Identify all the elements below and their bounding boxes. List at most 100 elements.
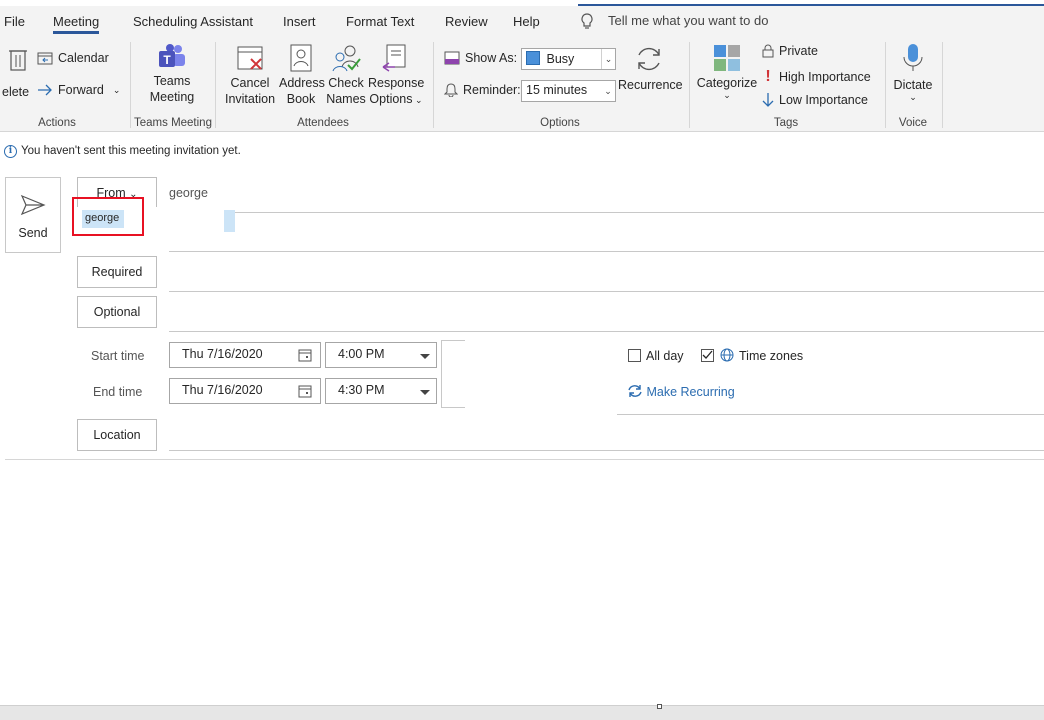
divider xyxy=(689,42,690,128)
end-date-picker[interactable]: Thu 7/16/2020 xyxy=(169,378,321,404)
info-icon: i xyxy=(4,144,17,158)
divider xyxy=(942,42,943,128)
forward-arrow-icon xyxy=(38,84,52,96)
bottom-border xyxy=(0,705,1044,706)
low-importance-button[interactable]: Low Importance xyxy=(762,92,868,108)
delete-label: elete xyxy=(2,85,30,99)
optional-button[interactable]: Optional xyxy=(77,296,157,328)
teams-meeting-button[interactable]: T Teams Meeting xyxy=(145,43,199,105)
required-button[interactable]: Required xyxy=(77,256,157,288)
show-as-label-row: Show As: xyxy=(444,51,517,65)
send-icon xyxy=(20,194,46,216)
reminder-select[interactable]: 15 minutes ⌄ xyxy=(521,80,616,102)
tab-scheduling-assistant[interactable]: Scheduling Assistant xyxy=(133,14,253,29)
resize-handle[interactable] xyxy=(657,704,662,709)
response-label-1: Response xyxy=(368,76,425,90)
show-as-select[interactable]: Busy ⌄ xyxy=(521,48,616,70)
chevron-down-icon: ⌄ xyxy=(909,92,917,102)
teams-icon: T xyxy=(159,44,185,67)
high-importance-button[interactable]: ! High Importance xyxy=(762,68,870,86)
bottom-bar xyxy=(0,705,1044,720)
globe-icon xyxy=(720,348,734,362)
reminder-value: 15 minutes xyxy=(526,83,588,97)
categorize-button[interactable]: Categorize ⌄ xyxy=(696,43,758,100)
make-recurring-link[interactable]: Make Recurring xyxy=(627,384,735,399)
optional-line xyxy=(169,331,1044,332)
tab-file[interactable]: File xyxy=(4,14,25,29)
tab-help[interactable]: Help xyxy=(513,14,540,29)
cancel-label-1: Cancel xyxy=(230,76,270,90)
calendar-button[interactable]: Calendar xyxy=(37,51,109,65)
dictate-label: Dictate xyxy=(893,78,933,92)
bracket-line xyxy=(441,407,465,408)
group-label-attendees: Attendees xyxy=(297,117,349,129)
tab-insert[interactable]: Insert xyxy=(283,14,316,29)
group-label-teams: Teams Meeting xyxy=(134,117,212,129)
bracket-line xyxy=(441,340,465,341)
chevron-down-icon: ⌄ xyxy=(601,49,615,69)
info-message: You haven't sent this meeting invitation… xyxy=(21,145,241,157)
recurrence-icon xyxy=(638,47,660,71)
all-day-checkbox[interactable] xyxy=(628,349,641,362)
cancel-calendar-icon xyxy=(237,46,263,70)
chevron-down-icon: ⌄ xyxy=(412,95,423,105)
annotation-highlight-box xyxy=(72,197,144,236)
svg-text:T: T xyxy=(163,53,171,67)
optional-label: Optional xyxy=(93,305,141,319)
private-button[interactable]: Private xyxy=(762,44,818,58)
show-as-icon xyxy=(444,51,460,65)
check-names-button[interactable]: Check Names xyxy=(324,43,368,107)
dictate-button[interactable]: Dictate ⌄ xyxy=(890,43,936,102)
lightbulb-icon xyxy=(581,13,593,29)
bell-icon xyxy=(444,83,458,97)
send-button[interactable]: Send xyxy=(5,177,61,253)
group-label-options: Options xyxy=(540,117,580,129)
lock-icon xyxy=(762,44,774,58)
from-line xyxy=(169,212,1044,213)
calendar-icon xyxy=(298,349,312,362)
check-label-1: Check xyxy=(328,76,364,90)
forward-button[interactable]: Forward ⌄ xyxy=(37,83,120,97)
recurring-line xyxy=(617,414,1044,415)
tab-review[interactable]: Review xyxy=(445,14,488,29)
chevron-down-icon: ⌄ xyxy=(604,86,612,96)
checkmark-icon xyxy=(702,350,713,359)
address-label-2: Book xyxy=(286,92,316,106)
send-label: Send xyxy=(18,226,48,240)
from-value: george xyxy=(169,186,208,200)
down-arrow-icon xyxy=(762,93,774,107)
calendar-icon xyxy=(298,385,312,398)
time-zones-checkbox[interactable] xyxy=(701,349,714,362)
calendar-icon xyxy=(37,52,53,65)
tell-me-text: Tell me what you want to do xyxy=(608,13,769,28)
group-label-voice: Voice xyxy=(898,117,928,129)
response-label-2-row: Options ⌄ xyxy=(368,91,424,108)
calendar-label: Calendar xyxy=(58,51,109,65)
start-date-picker[interactable]: Thu 7/16/2020 xyxy=(169,342,321,368)
end-date-value: Thu 7/16/2020 xyxy=(182,383,263,397)
end-time-label: End time xyxy=(93,385,143,399)
tab-meeting[interactable]: Meeting xyxy=(53,14,100,34)
tab-format-text[interactable]: Format Text xyxy=(346,14,414,29)
start-date-value: Thu 7/16/2020 xyxy=(182,347,263,361)
recurrence-button[interactable]: Recurrence xyxy=(618,43,683,93)
divider xyxy=(885,42,886,128)
bracket-line xyxy=(441,340,442,408)
delete-button[interactable]: elete xyxy=(2,46,30,99)
show-as-value: Busy xyxy=(546,52,575,66)
categorize-label: Categorize xyxy=(696,76,758,90)
divider xyxy=(433,42,434,128)
location-button[interactable]: Location xyxy=(77,419,157,451)
required-label: Required xyxy=(91,265,143,279)
cancel-invitation-button[interactable]: Cancel Invitation xyxy=(223,43,277,107)
divider xyxy=(130,42,131,128)
end-time-select[interactable]: 4:30 PM xyxy=(325,378,437,404)
response-options-button[interactable]: Response Options ⌄ xyxy=(368,43,424,108)
start-time-value: 4:00 PM xyxy=(338,347,385,361)
ribbon-tabs: File Meeting Scheduling Assistant Insert… xyxy=(0,6,1044,38)
address-book-button[interactable]: Address Book xyxy=(279,43,325,107)
location-line xyxy=(169,450,1044,451)
tell-me-search[interactable]: Tell me what you want to do xyxy=(580,13,769,29)
ribbon: elete Calendar Forward ⌄ Actions T Teams… xyxy=(0,38,1044,132)
start-time-select[interactable]: 4:00 PM xyxy=(325,342,437,368)
